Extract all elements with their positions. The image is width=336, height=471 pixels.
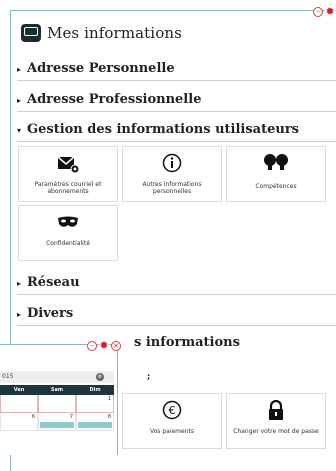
mask-icon [58,216,78,227]
euro-icon: € [162,400,182,420]
mail-gear-icon [57,156,80,173]
tile-privacy[interactable]: Confidentialité [18,205,118,261]
chevron-right-icon: ▸ [17,279,22,288]
calendar-cell[interactable] [0,395,38,413]
close-icon[interactable]: × [111,341,121,351]
minimize-icon[interactable]: – [87,341,97,351]
tile-email-settings[interactable]: Paramètres courriel et abonnements [18,146,118,202]
gear-icon[interactable]: ✹ [325,6,335,17]
lock-icon [269,400,283,420]
calendar-cell[interactable]: 1 [76,395,114,413]
calendar-window[interactable]: – ✹ × 015 ⚙ Ven Sam Dim 1 6 7 8 [0,340,121,455]
calendar-days-header: Ven Sam Dim [0,385,114,395]
info-icon [162,153,182,173]
tile-payments[interactable]: € Vos paiements [122,393,222,449]
chevron-right-icon: ▸ [17,65,22,74]
gear-icon[interactable]: ✹ [99,340,109,351]
calendar-grid: 1 6 7 8 [0,395,114,431]
tile-other-info[interactable]: Autres informations personnelles [122,146,222,202]
tile-skills[interactable]: Compétences [226,146,326,202]
calendar-header: 015 ⚙ [0,371,114,383]
section-reseau[interactable]: ▸ Réseau [17,271,336,295]
section-gestion-informations[interactable]: ▾ Gestion des informations utilisateurs [17,118,336,142]
chat-icon [21,24,41,42]
chevron-down-icon: ▾ [17,126,22,135]
day-label: Ven [13,387,25,393]
calendar-cell[interactable]: 7 [38,413,76,431]
panel-header: Mes informations [21,24,182,42]
minimize-icon[interactable]: – [313,7,323,17]
window-controls: – ✹ × [313,6,336,17]
second-panel-title: s informations [134,335,240,350]
chevron-right-icon: ▸ [17,96,22,105]
settings-icon[interactable]: ⚙ [96,373,104,381]
day-label: Dim [89,387,101,393]
section-divers[interactable]: ▸ Divers [17,302,336,326]
day-label: Sam [50,387,64,393]
section-adresse-personnelle[interactable]: ▸ Adresse Personnelle [17,57,336,81]
lightbulbs-icon [264,154,288,170]
calendar-month: 015 [2,373,14,380]
page-title: Mes informations [47,24,182,42]
svg-text:€: € [169,404,176,417]
chevron-right-icon: ▸ [17,310,22,319]
tile-change-password[interactable]: Changer votre mot de passe [226,393,326,449]
calendar-cell[interactable] [38,395,76,413]
calendar-cell[interactable]: 8 [76,413,114,431]
section-adresse-professionnelle[interactable]: ▸ Adresse Professionnelle [17,88,336,112]
calendar-window-controls: – ✹ × [87,340,121,351]
calendar-cell[interactable]: 6 [0,413,38,431]
second-panel-symbol: ; [147,372,151,382]
